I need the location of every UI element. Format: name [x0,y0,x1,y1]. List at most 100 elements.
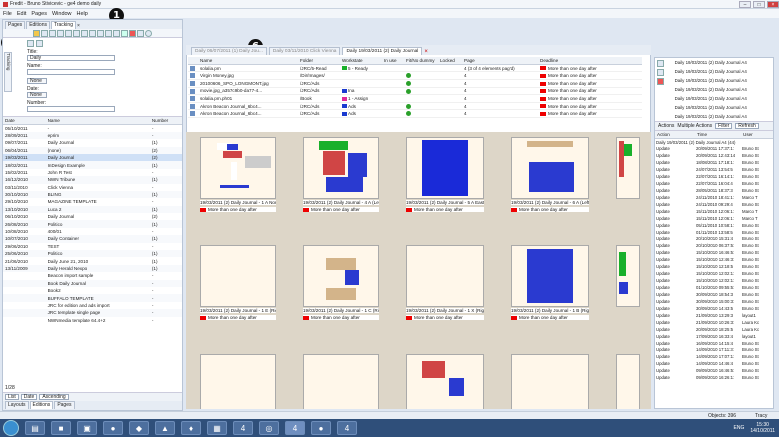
number-input[interactable] [27,106,115,112]
page-thumbnail[interactable] [200,354,276,409]
clock[interactable]: 15:30 14/10/2011 [750,422,775,434]
close-doc-tab-icon[interactable]: × [424,49,428,55]
move-down-icon[interactable] [657,69,664,76]
info-icon[interactable] [145,29,152,37]
col-folder[interactable]: Folder [298,57,340,65]
menu-pages[interactable]: Pages [31,11,47,17]
action-row[interactable]: Update 15/11/2010 12:06:1: Marco T [655,215,773,222]
action-row[interactable]: Update 14/09/2010 17:07:1: Bruno St [655,353,773,360]
page-icon[interactable] [41,29,48,37]
fredit-task-icon-3[interactable]: 4 [337,421,357,435]
action-row[interactable]: Update 30/09/2010 14:43:5 Bruno St [655,305,773,312]
action-row[interactable]: Update 21/09/2010 10:26:3: Laura Kc [655,319,773,326]
object-row[interactable]: Akron Beacon Journal_6bc4.../JRC/Ads Ads 4… [188,109,642,119]
object-row[interactable]: 20100606_SPO_LONGMONT.jpg/JRC/Ads 4 More t… [188,79,642,88]
object-row[interactable]: solalia.pm/JRC/5-Read 5 - Ready 4 (3 of 4 … [188,64,642,73]
page-thumbnail[interactable] [511,354,589,409]
action-row[interactable]: Update 24/11/2010 18:41:1: Marco T [655,194,773,201]
edition-row[interactable]: JRC template single page - [3,309,182,317]
action-row[interactable]: Update 20/09/2011 17:37:1: Bruno St [655,145,773,152]
edition-row[interactable]: 28/09/2011 eprim - [3,131,182,140]
app-task-icon-3[interactable]: ▲ [155,421,175,435]
page-list-item[interactable]: Daily 19/03/2011 (2) Daily Journal A4 [673,85,773,94]
copy-icon[interactable] [65,29,72,37]
export-icon[interactable] [105,29,112,37]
page-list-item[interactable]: Daily 19/03/2011 (2) Daily Journal A4 [673,103,773,112]
edition-row[interactable]: 18/02/2011 InDesign Example (1) [3,161,182,169]
col-deadline[interactable]: Deadline [538,57,642,65]
action-row[interactable]: Update 14/09/2010 17:11:3: Bruno St [655,347,773,354]
grid-icon[interactable] [49,29,56,37]
col-in-use[interactable]: In use [382,57,404,65]
object-row[interactable]: Akron Beacon Journal_6bc4.../JRC/Ads Ads 4… [188,102,642,111]
edition-row[interactable]: 19/03/2011 Daily Journal (2) [3,153,182,162]
page-thumbnail[interactable] [616,245,640,307]
fredit-task-icon-2[interactable]: 4 [285,421,305,435]
add-filter-icon[interactable] [27,40,34,47]
action-row[interactable]: Update 15/11/2010 12:06:1: Marco T [655,208,773,215]
link-icon[interactable] [113,29,120,37]
col-user[interactable]: User [741,131,773,139]
edition-row[interactable]: NWNmedia template 64.4+2 - [3,317,182,324]
page-thumbnail[interactable] [406,354,484,409]
edition-row[interactable]: 29/06/2010 TEST - [3,243,182,250]
remove-icon[interactable] [657,78,664,85]
folder-task-icon[interactable]: ■ [51,421,71,435]
edition-row[interactable]: 15/02/2011 John R Test - [3,169,182,176]
col-workstate[interactable]: Workstate [340,57,382,65]
none-select-1[interactable]: None [27,78,47,84]
action-row[interactable]: Update 09/09/2010 16:46:5: Bruno St [655,367,773,374]
page-thumbnail[interactable] [406,137,484,199]
edition-row[interactable]: 03/11/2010 Click Vienna - [3,184,182,191]
app-task-icon-6[interactable]: ◎ [259,421,279,435]
doc-tab-3[interactable]: Daily 19/03/2011 (2) Daily Journal [342,47,423,55]
action-row[interactable]: Update 30/09/2010 18:54:3 Bruno St [655,291,773,298]
action-row[interactable]: Update 15/10/2010 12:02:1: Bruno St [655,270,773,277]
close-window-button[interactable]: × [767,0,779,8]
page-thumbnail[interactable] [303,245,379,307]
action-row[interactable]: Update 22/07/2011 16:04:4 Bruno St [655,180,773,187]
edition-row[interactable]: 13/11/2009 Daily Herald Nexpo (1) [3,264,182,273]
refresh-filter-icon[interactable] [36,40,43,47]
doc-tab-1[interactable]: Daily 06/07/2011 (1) Daily Jou... [191,47,267,55]
col-action[interactable]: Action [655,131,695,139]
edition-row[interactable]: JRC for edition and ads import - [3,302,182,309]
edition-row[interactable]: 13/10/2010 Luca 2 (1) [3,205,182,214]
page-list-item[interactable]: Daily 19/03/2011 (2) Daily Journal A4 [673,112,773,121]
edition-row[interactable]: Beacon import sample - [3,272,182,279]
col-number[interactable]: Number [149,117,182,125]
app-task-icon-1[interactable]: ▣ [77,421,97,435]
vertical-tracking-tab[interactable]: Tracking [4,52,12,92]
edition-row[interactable]: 25/06/2010 Politico (1) [3,250,182,258]
sort-order-select[interactable]: Ascending [39,394,69,400]
delete-icon[interactable] [129,29,136,37]
close-tab-icon[interactable]: × [77,23,80,29]
explorer-task-icon[interactable]: ▤ [25,421,45,435]
edition-row[interactable]: 05/10/2011 - - [3,124,182,131]
page-thumbnail[interactable] [616,137,640,199]
doc-tab-2[interactable]: Daily 03/11/2010 Click Vienna [268,47,341,55]
edition-row[interactable]: 29/10/2010 MAGAZINE TEMPLATE - [3,198,182,205]
fredit-task-icon-1[interactable]: 4 [233,421,253,435]
col-time[interactable]: Time [695,131,741,139]
actions-label[interactable]: Actions [658,123,674,129]
page-thumbnail[interactable] [616,354,640,409]
app-task-icon-4[interactable]: ♦ [181,421,201,435]
settings-icon[interactable] [137,29,144,37]
title-select[interactable]: Daily [27,55,115,61]
refresh-button[interactable]: Refresh [735,123,759,129]
page-list-item[interactable]: Daily 19/03/2011 (2) Daily Journal A4 [673,67,773,76]
tab-editions[interactable]: Editions [26,21,50,29]
menu-edit[interactable]: Edit [17,11,26,17]
action-row[interactable]: Update 09/09/2010 16:26:1: Bruno St [655,374,773,381]
page-thumbnail[interactable] [303,137,379,199]
action-row[interactable]: Update 15/10/2010 12:18:5 Bruno St [655,263,773,270]
action-row[interactable]: Update 30/09/2010 15:00:3: Bruno St [655,298,773,305]
page-thumbnail[interactable] [511,137,589,199]
action-row[interactable]: Update 20/10/2010 06:37:5: Bruno St [655,242,773,249]
page-list-item[interactable]: Daily 19/03/2011 (2) Daily Journal A4 [673,58,773,67]
language-indicator[interactable]: ENG [734,425,745,431]
app-task-icon-5[interactable]: ▦ [207,421,227,435]
menu-file[interactable]: File [3,11,12,17]
list-icon[interactable] [81,29,88,37]
